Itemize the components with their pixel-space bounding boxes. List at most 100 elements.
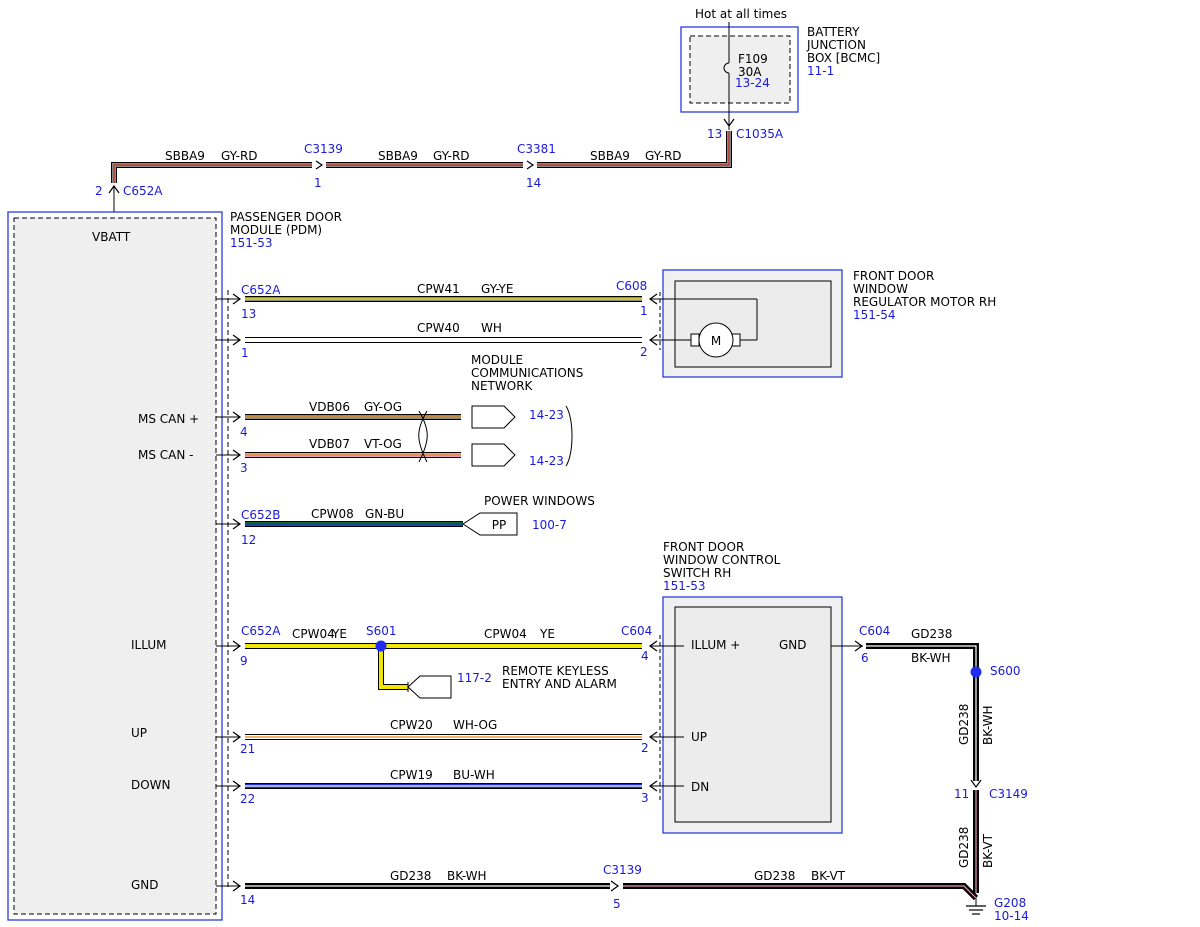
can-plus-color: GY-OG [364, 400, 402, 414]
seg3-circuit: SBBA9 [590, 149, 630, 163]
bjb-name-line2: JUNCTION [806, 38, 866, 52]
illum-seg1-color: YE [331, 627, 347, 641]
gnd-vert2-circuit: GD238 [957, 827, 971, 868]
network-label-line2: COMMUNICATIONS [471, 366, 583, 380]
wire-cpw19-down: 22 CPW19 BU-WH 3 [240, 768, 649, 806]
gnd-vert2-color: BK-VT [981, 833, 995, 868]
can-minus-ref[interactable]: 14-23 [529, 454, 564, 468]
ms-can-network: MODULE COMMUNICATIONS NETWORK 4 VDB06 GY… [240, 353, 583, 475]
switch-illum-plus: ILLUM + [691, 638, 740, 652]
s601-splice-icon [375, 640, 387, 652]
c3139-bottom-connector[interactable]: C3139 [603, 863, 642, 877]
gnd-pdm-pin: 14 [240, 893, 255, 907]
c3149-connector[interactable]: C3149 [989, 787, 1028, 801]
c3381-gap [523, 160, 537, 170]
motor-name-line1: FRONT DOOR [853, 269, 934, 283]
switch-gnd: GND [779, 638, 807, 652]
seg2-color: GY-RD [433, 149, 470, 163]
c3139-gap [312, 160, 326, 170]
pp-connector-icon [462, 512, 518, 536]
gnd-seg1-circuit: GD238 [911, 627, 952, 641]
c1035a-connector[interactable]: C1035A [736, 127, 784, 141]
gnd-bottom2-color: BK-VT [811, 869, 846, 883]
switch-dn: DN [691, 780, 709, 794]
illum-pin: 9 [240, 654, 248, 668]
motor-name-line3: REGULATOR MOTOR RH [853, 295, 996, 309]
c3149-arrow-icon [970, 779, 982, 789]
c608-connector[interactable]: C608 [616, 279, 647, 293]
s600-splice-icon [970, 666, 982, 678]
motor-ref[interactable]: 151-54 [853, 308, 896, 322]
c652b-connector[interactable]: C652B [241, 508, 281, 522]
c1035a-pin: 13 [707, 127, 722, 141]
g208-label[interactable]: G208 [994, 896, 1026, 910]
power-windows-ref[interactable]: 100-7 [532, 518, 567, 532]
seg1-color: GY-RD [221, 149, 258, 163]
c3139-bottom-pin: 5 [613, 897, 621, 911]
s601-label[interactable]: S601 [366, 624, 397, 638]
motor-symbol: M [711, 334, 721, 348]
c608-pin1: 1 [640, 304, 648, 318]
bjb-ref[interactable]: 11-1 [807, 64, 834, 78]
c652b-pin: 12 [241, 533, 256, 547]
can-plus-pin: 4 [240, 425, 248, 439]
cpw41-connector[interactable]: C652A [241, 283, 281, 297]
rke-ref[interactable]: 117-2 [457, 671, 492, 685]
motor-name-line2: WINDOW [853, 282, 908, 296]
down-pin: 22 [240, 792, 255, 806]
hot-at-all-times-label: Hot at all times [695, 7, 787, 21]
can-plus-circuit: VDB06 [309, 400, 350, 414]
seg3-color: GY-RD [645, 149, 682, 163]
pdm-up-label: UP [131, 726, 147, 740]
down-color: BU-WH [453, 768, 495, 782]
fuse-ref[interactable]: 13-24 [735, 76, 770, 90]
cpw41-color: GY-YE [481, 282, 513, 296]
wire-cpw41: C652A 13 CPW41 GY-YE C608 1 [241, 279, 648, 321]
illum-connector[interactable]: C652A [241, 624, 281, 638]
illum-seg2-circuit: CPW04 [484, 627, 527, 641]
c3139-top-connector[interactable]: C3139 [304, 142, 343, 156]
c604-pin3: 3 [641, 791, 649, 805]
up-color: WH-OG [453, 718, 497, 732]
battery-junction-box: Hot at all times F109 30A 13-24 BATTERY … [680, 7, 880, 141]
pdm-down-label: DOWN [131, 778, 171, 792]
bjb-name-line3: BOX [BCMC] [807, 51, 880, 65]
wiring-diagram: Hot at all times F109 30A 13-24 BATTERY … [0, 0, 1200, 927]
pdm-ref[interactable]: 151-53 [230, 236, 273, 250]
c3139-top-pin: 1 [314, 176, 322, 190]
ground-circuit: C604 6 GD238 BK-WH S600 GD238 BK-WH 11 C… [240, 624, 1029, 923]
pin1-arrow-icon [216, 334, 242, 346]
seg1-circuit: SBBA9 [165, 149, 205, 163]
rke-connector-icon [407, 675, 452, 699]
switch-ref[interactable]: 151-53 [663, 579, 706, 593]
c604-gnd-connector[interactable]: C604 [859, 624, 890, 638]
power-windows-title: POWER WINDOWS [484, 494, 595, 508]
cpw41-pin: 13 [241, 307, 256, 321]
wire-cpw40: 1 CPW40 WH 2 [241, 321, 648, 360]
illum-seg2-color: YE [539, 627, 555, 641]
g208-ref[interactable]: 10-14 [994, 909, 1029, 923]
c604-pin4: 4 [641, 649, 649, 663]
s600-label[interactable]: S600 [990, 664, 1021, 678]
switch-name-line3: SWITCH RH [663, 566, 731, 580]
network-brace-icon [565, 405, 573, 467]
c604-connector[interactable]: C604 [621, 624, 652, 638]
illum-seg1-circuit: CPW04 [292, 627, 335, 641]
gnd-bottom1-circuit: GD238 [390, 869, 431, 883]
can-plus-ref[interactable]: 14-23 [529, 408, 564, 422]
pdm-name-line2: MODULE (PDM) [230, 223, 322, 237]
switch-name-line2: WINDOW CONTROL [663, 553, 781, 567]
c3139-bottom-arrow-icon [610, 880, 620, 892]
gnd-bottom2-circuit: GD238 [754, 869, 795, 883]
pdm-vbatt-label: VBATT [92, 230, 131, 244]
c3149-pin: 11 [954, 787, 969, 801]
bjb-name-line1: BATTERY [807, 25, 860, 39]
ground-symbol-icon [966, 905, 986, 915]
network-label-line3: NETWORK [471, 379, 534, 393]
c3381-pin: 14 [526, 176, 541, 190]
can-minus-connector-icon [471, 443, 516, 467]
wire-cpw04-illum: C652A 9 CPW04 YE S601 CPW04 YE C604 4 11… [240, 624, 652, 699]
c652a-vbatt-connector[interactable]: C652A [123, 184, 163, 198]
c3381-connector[interactable]: C3381 [517, 142, 556, 156]
gnd-bottom1-color: BK-WH [447, 869, 487, 883]
